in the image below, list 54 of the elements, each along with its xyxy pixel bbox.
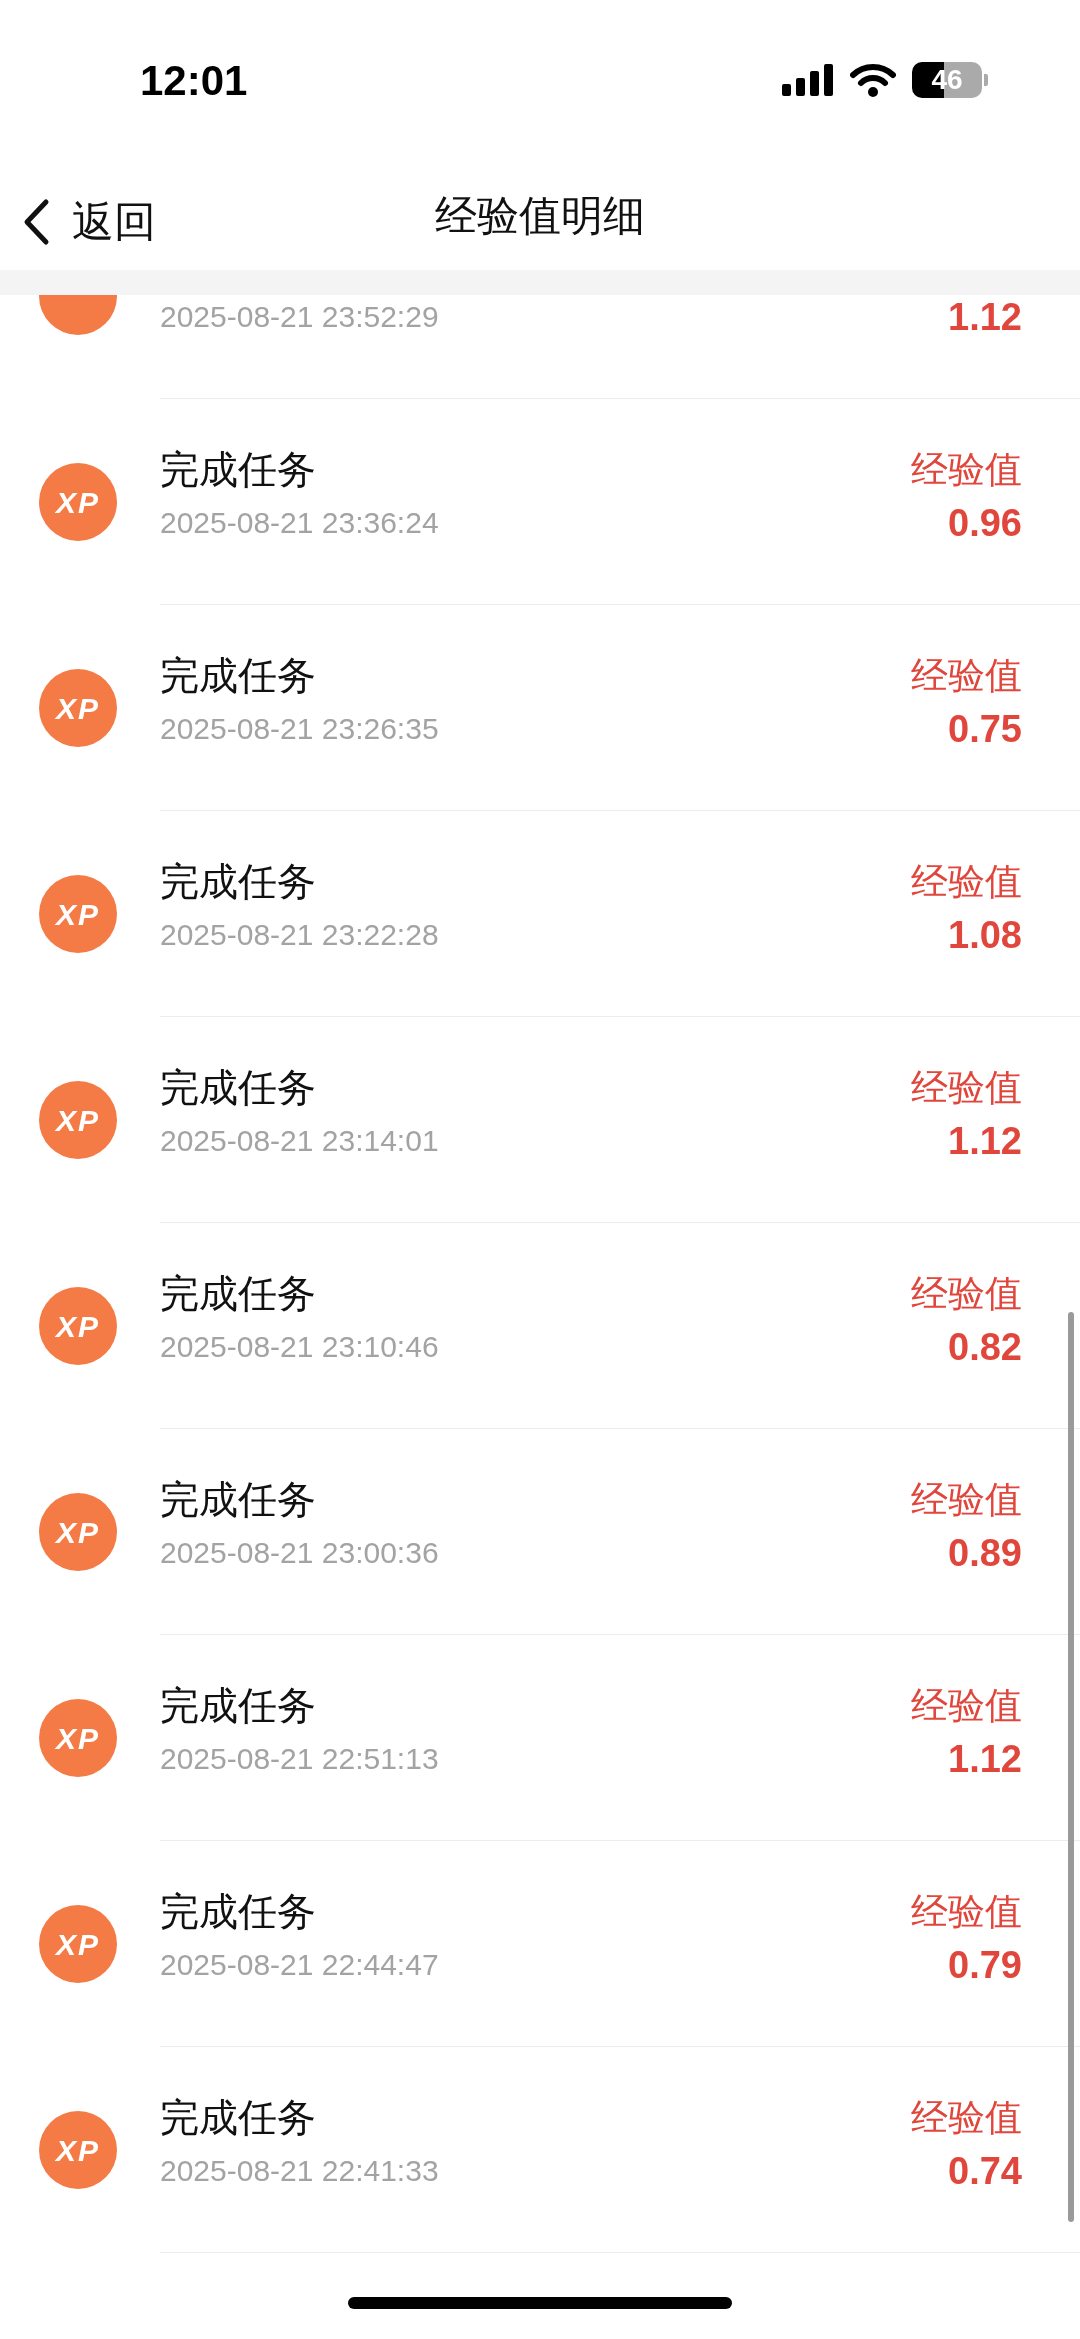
xp-badge-icon: XP xyxy=(39,669,117,747)
page-title: 经验值明细 xyxy=(435,190,645,241)
experience-label: 经验值 xyxy=(911,1478,1022,1522)
record-time: 2025-08-21 23:22:28 xyxy=(160,917,439,953)
record-time: 2025-08-21 23:14:01 xyxy=(160,1123,439,1159)
record-title: 完成任务 xyxy=(160,653,316,699)
experience-label: 经验值 xyxy=(911,2096,1022,2140)
signal-icon xyxy=(782,64,834,96)
record-title: 完成任务 xyxy=(160,1065,316,1111)
status-time: 12:01 xyxy=(140,55,248,106)
back-button[interactable]: 返回 xyxy=(22,190,156,253)
record-title: 完成任务 xyxy=(160,859,316,905)
xp-badge-icon: XP xyxy=(39,1287,117,1365)
experience-value: 1.12 xyxy=(948,1737,1022,1781)
experience-value: 0.75 xyxy=(948,707,1022,751)
record-time: 2025-08-21 23:00:36 xyxy=(160,1535,439,1571)
experience-label: 经验值 xyxy=(911,860,1022,904)
record-time: 2025-08-21 22:51:13 xyxy=(160,1741,439,1777)
record-title: 完成任务 xyxy=(160,1889,316,1935)
record-title: 完成任务 xyxy=(160,2095,316,2141)
record-time: 2025-08-21 23:52:29 xyxy=(160,299,439,335)
record-time: 2025-08-21 23:10:46 xyxy=(160,1329,439,1365)
experience-label: 经验值 xyxy=(911,1890,1022,1934)
xp-badge-icon: XP xyxy=(39,875,117,953)
record-title: 完成任务 xyxy=(160,447,316,493)
experience-label: 经验值 xyxy=(911,654,1022,698)
record-title: 完成任务 xyxy=(160,1683,316,1729)
record-time: 2025-08-21 22:41:33 xyxy=(160,2153,439,2189)
xp-badge-icon: XP xyxy=(39,1081,117,1159)
xp-badge-icon: XP xyxy=(39,463,117,541)
experience-value: 0.89 xyxy=(948,1531,1022,1575)
xp-badge-icon: XP xyxy=(39,2111,117,2189)
wifi-icon xyxy=(850,63,896,97)
xp-badge-icon: XP xyxy=(39,1493,117,1571)
record-time: 2025-08-21 23:26:35 xyxy=(160,711,439,747)
record-time: 2025-08-21 23:36:24 xyxy=(160,505,439,541)
experience-label: 经验值 xyxy=(911,448,1022,492)
experience-value: 0.96 xyxy=(948,501,1022,545)
experience-value: 0.82 xyxy=(948,1325,1022,1369)
experience-value: 0.79 xyxy=(948,1943,1022,1987)
xp-badge-icon: XP xyxy=(39,1905,117,1983)
experience-value: 0.74 xyxy=(948,2149,1022,2193)
record-title: 完成任务 xyxy=(160,1271,316,1317)
experience-label: 经验值 xyxy=(911,1066,1022,1110)
record-time: 2025-08-21 22:44:47 xyxy=(160,1947,439,1983)
back-chevron-icon xyxy=(22,197,50,246)
experience-value: 1.12 xyxy=(948,1119,1022,1163)
experience-label: 经验值 xyxy=(911,1272,1022,1316)
scrollbar[interactable] xyxy=(1068,1312,1074,2222)
experience-value: 1.08 xyxy=(948,913,1022,957)
record-title: 完成任务 xyxy=(160,1477,316,1523)
experience-label: 经验值 xyxy=(911,1684,1022,1728)
experience-value: 1.12 xyxy=(948,295,1022,339)
xp-badge-icon: XP xyxy=(39,1699,117,1777)
